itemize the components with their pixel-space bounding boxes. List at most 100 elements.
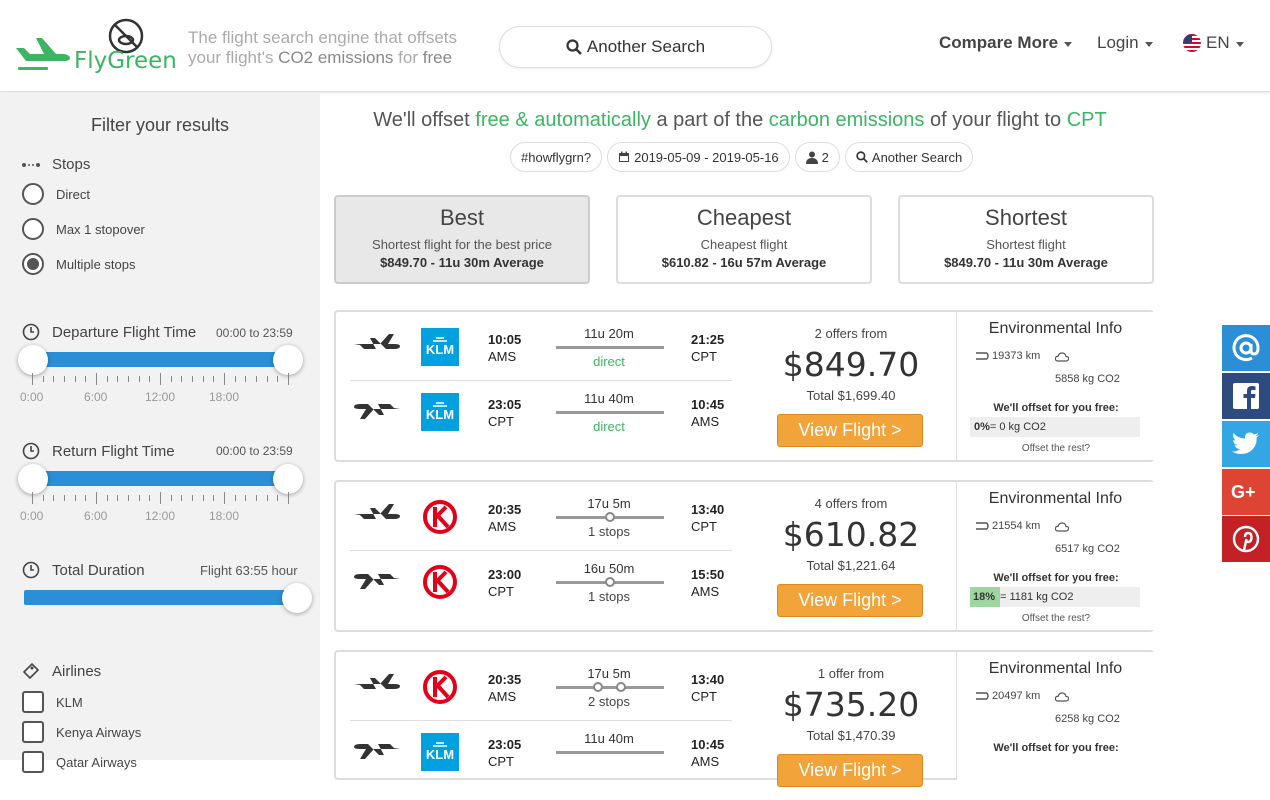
view-flight-label: View Flight > [798, 590, 902, 610]
dates-chip[interactable]: 2019-05-09 - 2019-05-16 [607, 142, 790, 172]
duration-slider-handle[interactable] [282, 583, 312, 613]
airline-option-qatar[interactable]: Qatar Airways [22, 751, 137, 773]
return-slider-max-handle[interactable] [273, 464, 303, 494]
radio-multiple[interactable] [22, 253, 44, 275]
dep-time: 23:05 [488, 397, 522, 412]
radio-max1[interactable] [22, 218, 44, 240]
airline-label: Kenya Airways [56, 724, 142, 740]
at-sign-icon [1232, 334, 1260, 362]
sort-title: Best [439, 205, 485, 230]
total-price: Total $1,221.64 [806, 558, 896, 573]
sort-subtitle: Shortest flight [986, 237, 1066, 252]
stopover-dot [593, 682, 603, 692]
checkbox-klm[interactable] [22, 691, 44, 713]
return-leg: KLM 23:05 CPT 11u 40m direct 10:45 AMS [336, 377, 731, 442]
klm-logo: KLM [421, 328, 459, 366]
sort-subtitle: Cheapest flight [700, 237, 788, 252]
flygreen-logo[interactable]: FlyGreen [14, 18, 177, 78]
stopover-dot [616, 682, 626, 692]
pinterest-icon [1232, 525, 1260, 553]
departure-slider-track[interactable] [30, 352, 288, 367]
duration-slider-track[interactable] [24, 590, 294, 605]
chip-label: #howflygrn? [521, 149, 592, 165]
tagline-free: free [422, 48, 453, 67]
clock-icon [22, 442, 40, 460]
checkbox-qatar-airways[interactable] [22, 751, 44, 773]
sort-subtitle: Shortest flight for the best price [372, 237, 552, 252]
plane-return-icon [354, 744, 400, 759]
main-content: We'll offset free & automatically a part… [320, 93, 1270, 787]
svg-text:G+: G+ [1231, 482, 1256, 502]
sort-cheapest[interactable]: Cheapest Cheapest flight $610.82 - 16u 5… [616, 195, 872, 284]
airline-option-kenya[interactable]: Kenya Airways [22, 721, 141, 743]
svg-text:KLM: KLM [426, 342, 454, 357]
distance: 19373 km [975, 350, 1040, 362]
stop-option-max1[interactable]: Max 1 stopover [22, 218, 145, 240]
airline-option-klm[interactable]: KLM [22, 691, 83, 713]
view-flight-button[interactable]: View Flight > [777, 584, 923, 617]
departure-range-value: 00:00 to 23:59 [216, 326, 293, 340]
stopover-dot [605, 577, 615, 587]
stopover-dot [605, 512, 615, 522]
login-label: Login [1097, 33, 1139, 52]
sort-price: $849.70 - 11u 30m Average [380, 255, 544, 270]
view-flight-button[interactable]: View Flight > [777, 754, 923, 787]
dep-time: 10:05 [488, 332, 522, 347]
login-menu[interactable]: Login [1097, 33, 1153, 53]
stops-info: direct [593, 419, 625, 434]
another-search-button[interactable]: Another Search [499, 26, 772, 68]
view-flight-button[interactable]: View Flight > [777, 414, 923, 447]
share-googleplus-button[interactable]: G+ [1222, 469, 1270, 515]
stop-option-direct[interactable]: Direct [22, 183, 90, 205]
headline-text: of your flight to [924, 109, 1067, 131]
filter-sidebar: Filter your results Stops Direct Max 1 s… [0, 93, 320, 773]
return-slider-track[interactable] [30, 471, 288, 486]
tick-label: 18:00 [209, 509, 240, 523]
tagline-co2: CO2 emissions [278, 48, 394, 67]
stop-option-multiple[interactable]: Multiple stops [22, 253, 135, 275]
arr-time: 10:45 [691, 397, 725, 412]
compare-more-menu[interactable]: Compare More [939, 33, 1073, 53]
headline-highlight: free & automatically [475, 109, 651, 131]
howflygrn-chip[interactable]: #howflygrn? [510, 142, 603, 172]
offset-rest-link[interactable]: Offset the rest? [957, 443, 1155, 454]
share-email-button[interactable] [1222, 325, 1270, 371]
sort-shortest[interactable]: Shortest Shortest flight $849.70 - 11u 3… [898, 195, 1154, 284]
route-line [556, 346, 664, 349]
return-range-value: 00:00 to 23:59 [216, 444, 293, 458]
checkbox-kenya-airways[interactable] [22, 721, 44, 743]
return-slider-min-handle[interactable] [18, 464, 48, 494]
stops-info: 1 stops [588, 589, 630, 604]
share-facebook-button[interactable] [1222, 373, 1270, 419]
price: $849.70 [782, 345, 920, 384]
arrival: 21:25 CPT [691, 332, 724, 364]
env-title: Environmental Info [988, 320, 1123, 337]
dep-airport: AMS [488, 519, 517, 534]
another-search-chip[interactable]: Another Search [844, 142, 974, 172]
sort-best[interactable]: Best Shortest flight for the best price … [334, 195, 590, 284]
share-pinterest-button[interactable] [1222, 516, 1270, 562]
brand-name: FlyGreen [74, 48, 177, 74]
language-menu[interactable]: EN [1183, 33, 1244, 53]
plane-outbound-icon [354, 334, 400, 349]
total-price: Total $1,470.39 [806, 728, 896, 743]
offset-rest-link[interactable]: Offset the rest? [957, 613, 1155, 624]
cloud-icon [1055, 522, 1069, 532]
offset-label: We'll offset for you free: [993, 402, 1119, 414]
view-flight-label: View Flight > [798, 760, 902, 780]
radio-direct[interactable] [22, 183, 44, 205]
share-twitter-button[interactable] [1222, 421, 1270, 467]
dep-time: 23:05 [488, 737, 522, 752]
distance: 21554 km [975, 520, 1040, 532]
departure-slider-max-handle[interactable] [273, 345, 303, 375]
leg-duration: 11u 40m [584, 731, 634, 746]
environmental-info: Environmental Info 20497 km 6258 kg CO2 … [956, 652, 1154, 780]
departure-slider-min-handle[interactable] [18, 345, 48, 375]
search-icon [566, 39, 582, 55]
distance-value: 21554 km [992, 520, 1041, 532]
departure: 20:35 AMS [488, 502, 521, 534]
airline-label: Qatar Airways [56, 754, 137, 770]
passengers-chip[interactable]: 2 [794, 142, 840, 172]
compare-more-label: Compare More [939, 33, 1059, 52]
leg-duration: 16u 50m [583, 561, 635, 576]
